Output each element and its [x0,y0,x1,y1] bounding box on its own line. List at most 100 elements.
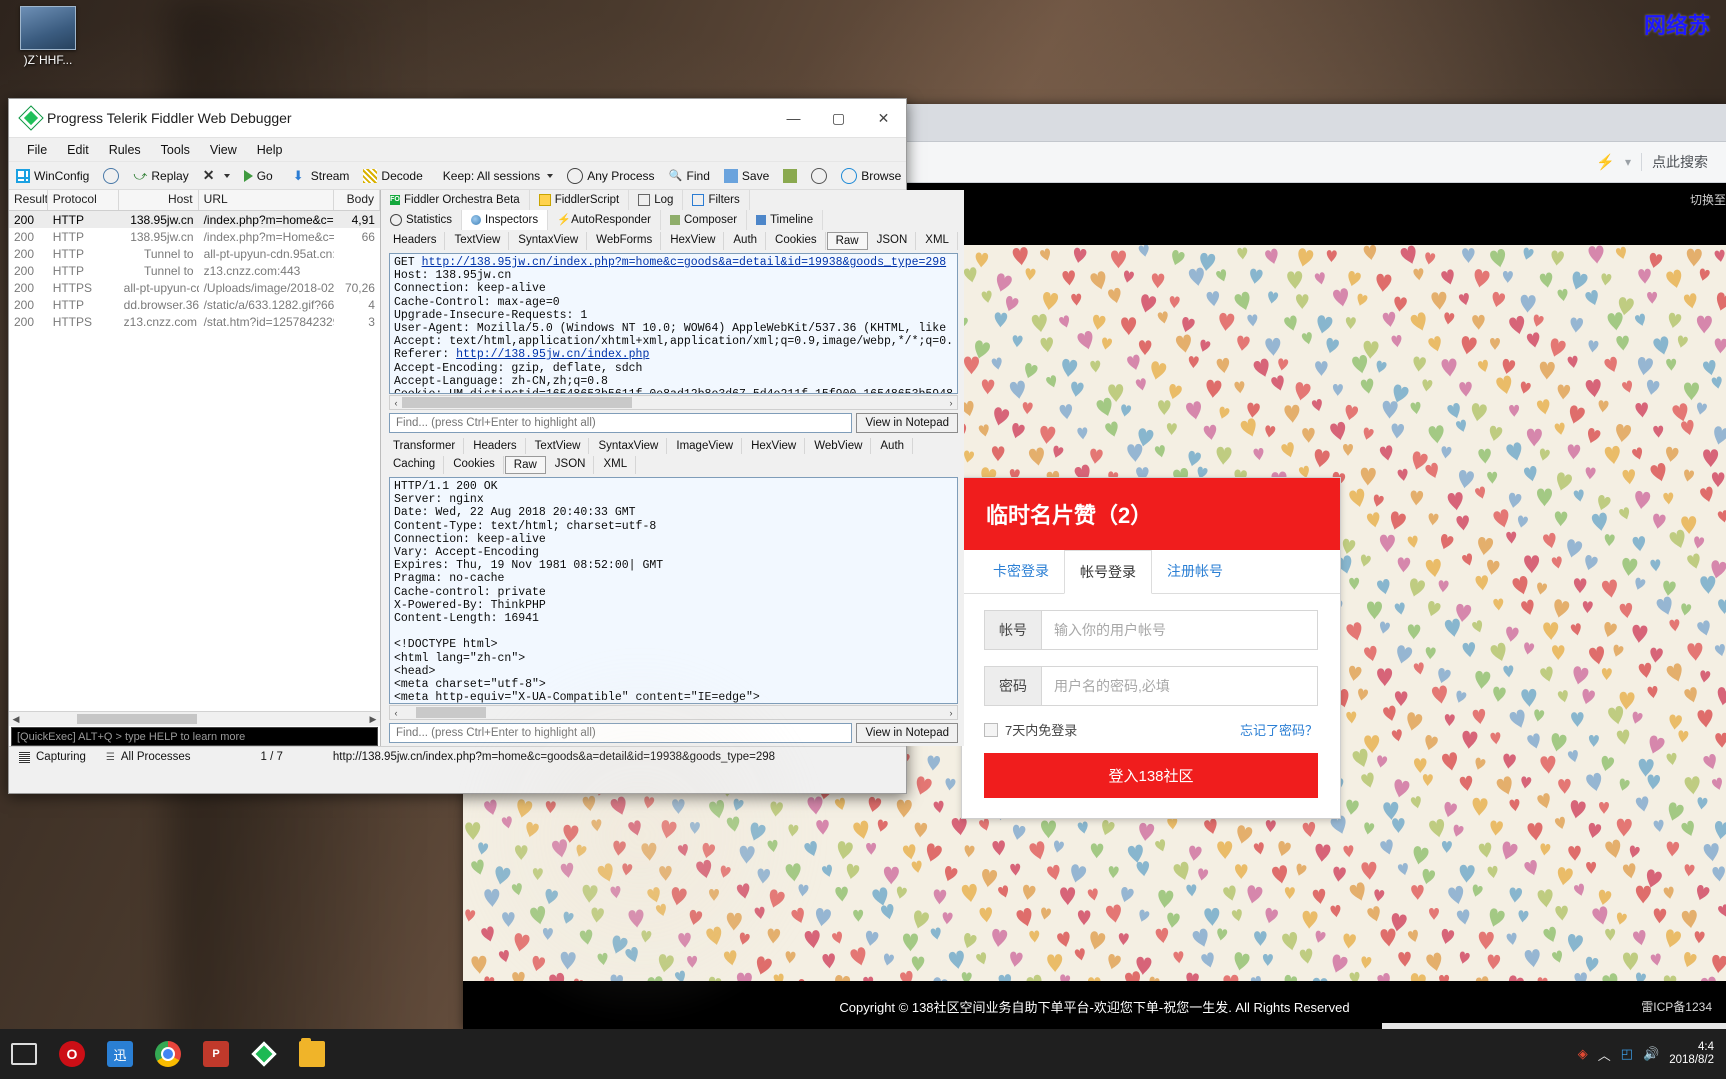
notification-icon[interactable]: ◈ [1578,1046,1588,1062]
response-tab-json[interactable]: JSON [547,456,595,474]
menu-help[interactable]: Help [247,140,293,160]
save-button[interactable]: Save [717,162,776,189]
bolt-icon[interactable]: ⚡ [1596,153,1615,171]
response-hscrollbar[interactable]: ‹ › [389,705,958,720]
scroll-left-icon[interactable]: ‹ [390,708,402,718]
request-find-input[interactable] [389,413,853,433]
tab-fiddlerscript[interactable]: FiddlerScript [529,190,630,210]
find-button[interactable]: 🔍 Find [662,162,717,189]
session-rows[interactable]: 200 HTTP 138.95jw.cn/index.php?m=home&c=g…… [9,211,380,711]
tab-account-login[interactable]: 帐号登录 [1064,550,1152,594]
response-tab-auth[interactable]: Auth [872,438,914,454]
request-tab-headers[interactable]: Headers [385,232,446,250]
tab-statistics[interactable]: Statistics [381,210,463,230]
opera-button[interactable]: O [48,1029,96,1079]
inspector-panel[interactable]: FO Fiddler Orchestra Beta FiddlerScript … [381,190,964,746]
taskbar-buttons[interactable]: O 迅 P [0,1029,336,1079]
menu-tools[interactable]: Tools [151,140,200,160]
column-header-body[interactable]: Body [334,190,380,210]
tab-filters[interactable]: Filters [683,190,750,210]
request-tab-xml[interactable]: XML [917,232,958,250]
site-side-tab[interactable]: 切换至 [1690,193,1726,208]
browse-button[interactable]: Browse [834,162,906,189]
chevron-down-icon[interactable] [223,173,230,178]
tab-card-login[interactable]: 卡密登录 [978,550,1064,593]
desktop-icon[interactable]: )Z`HHF... [6,6,90,67]
column-header-host[interactable]: Host [119,190,199,210]
scrollbar-track[interactable] [402,397,945,408]
task-view-button[interactable] [0,1029,48,1079]
response-tab-headers[interactable]: Headers [465,438,526,454]
close-button[interactable]: ✕ [861,99,906,137]
top-tabs-row-2[interactable]: Statistics Inspectors ⚡ AutoResponder Co… [381,210,964,230]
table-row[interactable]: 200 HTTPS z13.cnzz.com/stat.htm?id=1257842… [9,313,380,330]
menu-view[interactable]: View [200,140,247,160]
decode-button[interactable]: Decode [356,162,429,189]
request-view-in-notepad-button[interactable]: View in Notepad [856,413,958,433]
checkbox-box-icon[interactable] [984,722,998,737]
search-link[interactable]: 点此搜索 [1652,152,1708,172]
tab-composer[interactable]: Composer [661,210,748,230]
response-tab-hexview[interactable]: HexView [743,438,806,454]
response-tab-textview[interactable]: TextView [527,438,590,454]
menu-edit[interactable]: Edit [57,140,99,160]
request-url-link[interactable]: http://138.95jw.cn/index.php?m=home&c=go… [422,256,947,269]
forgot-password-link[interactable]: 忘记了密码？ [1240,720,1318,739]
timer-button[interactable] [804,162,834,189]
response-tab-caching[interactable]: Caching [385,456,445,474]
replay-button[interactable]: ⤻ Replay [126,162,195,189]
response-tab-raw[interactable]: Raw [504,456,546,474]
response-view-in-notepad-button[interactable]: View in Notepad [856,723,958,743]
request-find-row[interactable]: View in Notepad [389,413,958,433]
minimize-button[interactable]: — [771,99,816,137]
pdf-button[interactable]: P [192,1029,240,1079]
response-raw-view[interactable]: HTTP/1.1 200 OK Server: nginx Date: Wed,… [389,477,958,704]
request-tab-hexview[interactable]: HexView [662,232,725,250]
remember-checkbox[interactable]: 7天内免登录 [984,720,1077,739]
scroll-right-icon[interactable]: ▶ [366,714,380,725]
tab-log[interactable]: Log [629,190,684,210]
column-header-url[interactable]: URL [199,190,335,210]
table-row[interactable]: 200 HTTP Tunnel to all-pt-upyun-cdn.95at.cn… [9,245,380,262]
response-find-row[interactable]: View in Notepad [389,723,958,743]
network-icon[interactable]: ◰ [1621,1046,1633,1062]
tab-inspectors[interactable]: Inspectors [462,210,549,230]
request-tab-webforms[interactable]: WebForms [588,232,662,250]
any-process-button[interactable]: Any Process [560,162,661,189]
session-list-panel[interactable]: Result Protocol Host URL Body 200 HTTP 138… [9,190,381,746]
tab-timeline[interactable]: Timeline [747,210,824,230]
comment-button[interactable] [96,162,126,189]
table-row[interactable]: 200 HTTP Tunnel to z13.cnzz.com:443 [9,262,380,279]
maximize-button[interactable]: ▢ [816,99,861,137]
remove-button[interactable]: ✕ [196,162,237,189]
chevron-up-icon[interactable]: ︿ [1598,1045,1611,1064]
system-tray[interactable]: ◈ ︿ ◰ 🔊 4:4 2018/8/2 [1578,1041,1726,1067]
explorer-button[interactable] [288,1029,336,1079]
password-input[interactable] [1042,667,1317,705]
login-submit-button[interactable]: 登入138社区 [984,753,1318,798]
request-hscrollbar[interactable]: ‹ › [389,395,958,410]
session-list-header[interactable]: Result Protocol Host URL Body [9,190,380,211]
scroll-right-icon[interactable]: › [945,708,957,718]
scrollbar-thumb[interactable] [402,397,632,408]
menu-bar[interactable]: File Edit Rules Tools View Help [9,138,906,162]
menu-rules[interactable]: Rules [99,140,151,160]
request-tab-auth[interactable]: Auth [725,232,767,250]
chevron-down-icon[interactable] [547,173,554,178]
scrollbar-track[interactable] [23,713,366,725]
referer-url-link[interactable]: http://138.95jw.cn/index.php [456,348,649,361]
response-tab-imageview[interactable]: ImageView [668,438,743,454]
tab-fiddler-orchestra[interactable]: FO Fiddler Orchestra Beta [381,190,530,210]
scroll-left-icon[interactable]: ◀ [9,714,23,725]
response-tab-transformer[interactable]: Transformer [385,438,465,454]
response-tab-xml[interactable]: XML [595,456,637,474]
menu-file[interactable]: File [17,140,57,160]
fiddler-toolbar[interactable]: WinConfig ⤻ Replay ✕ Go ⬇ Stream Decode … [9,162,906,190]
scroll-left-icon[interactable]: ‹ [390,398,402,408]
scroll-right-icon[interactable]: › [945,398,957,408]
capturing-status[interactable]: Capturing [9,751,96,763]
scrollbar-thumb[interactable] [416,707,486,718]
request-tab-raw[interactable]: Raw [826,232,868,250]
request-tab-json[interactable]: JSON [869,232,917,250]
response-subtabs-row1[interactable]: Transformer Headers TextView SyntaxView Imag… [381,436,964,456]
